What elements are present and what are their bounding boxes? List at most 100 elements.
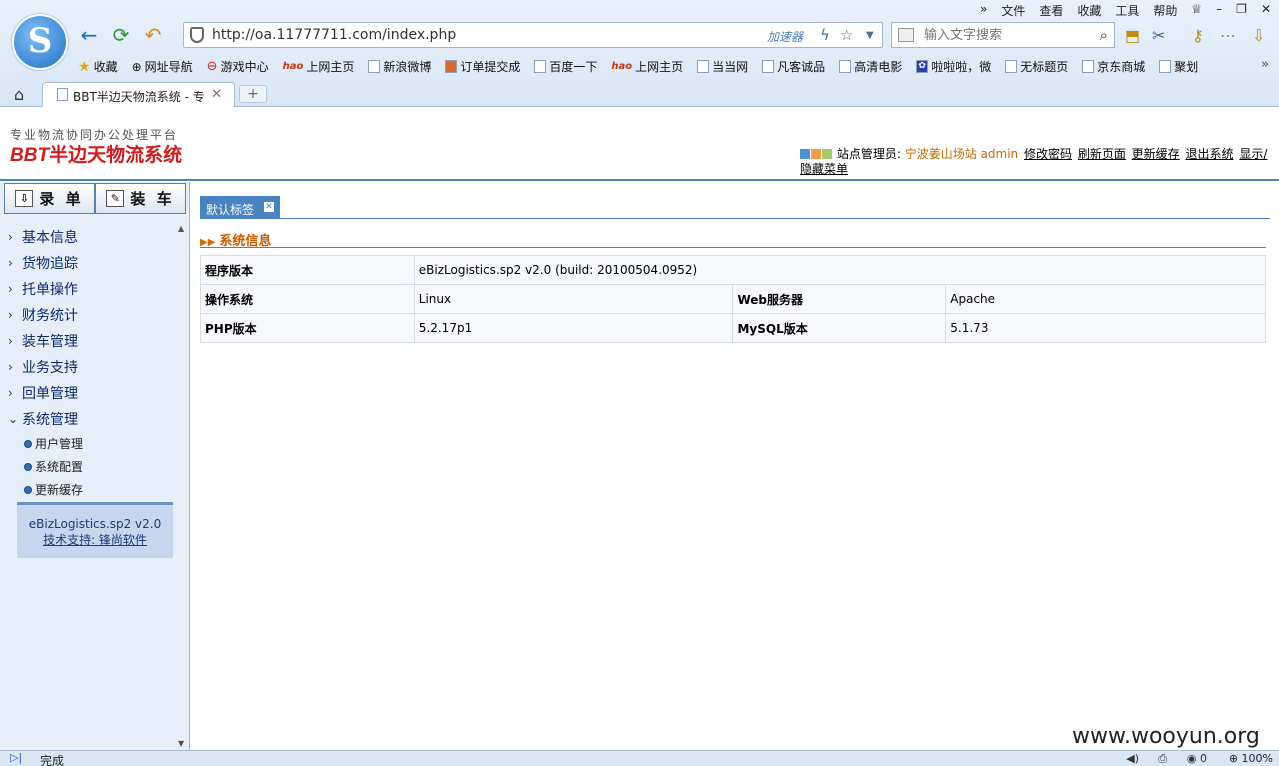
printer-icon[interactable]: ⎙ <box>1158 752 1167 766</box>
sidebar-subitem-config[interactable]: 系统配置 <box>0 455 175 478</box>
browser-tab-active[interactable]: BBT半边天物流系统 - 专 ✕ <box>42 82 235 107</box>
sidebar-scrollbar[interactable]: ▲ ▼ <box>175 222 189 750</box>
double-arrow-icon: ▶▶ <box>200 237 216 248</box>
update-cache-link[interactable]: 更新缓存 <box>1132 147 1180 161</box>
tab-default[interactable]: 默认标签 ✕ <box>200 196 280 219</box>
status-bar: ▷| 完成 ◀) ⎙ ◉ 0 ⊕ 100% <box>0 750 1279 766</box>
theme-swatch-orange[interactable] <box>811 149 821 159</box>
bookmark-item[interactable]: 凡客诚品 <box>762 58 825 75</box>
sidebar-top-buttons: ⇩ 录 单 ✎ 装 车 <box>4 183 186 214</box>
bookmark-item[interactable]: 无标题页 <box>1005 58 1068 75</box>
menu-view[interactable]: 查看 <box>1039 2 1063 19</box>
table-value: 5.2.17p1 <box>413 313 734 343</box>
address-bar[interactable]: 加速器 ϟ ☆ ▼ <box>183 22 883 48</box>
extension-icon[interactable]: ⬒ <box>1125 26 1140 45</box>
scroll-up-icon[interactable]: ▲ <box>178 224 184 233</box>
table-label: MySQL版本 <box>732 313 947 343</box>
close-window-icon[interactable]: ✕ <box>1261 2 1271 19</box>
bookmark-item[interactable]: hao 上网主页 <box>283 58 355 75</box>
search-input[interactable] <box>924 26 1084 44</box>
accelerator-label[interactable]: 加速器 <box>767 28 803 45</box>
more-icon[interactable]: ⋯ <box>1220 26 1236 45</box>
restore-icon[interactable]: ❐ <box>1236 2 1247 19</box>
volume-icon[interactable]: ◀) <box>1126 752 1139 765</box>
brand-prefix: BBT <box>10 145 50 166</box>
paw-icon: ✿ <box>916 60 929 73</box>
watermark: www.wooyun.org <box>1072 724 1260 749</box>
sidebar-subitem-cache[interactable]: 更新缓存 <box>0 478 175 501</box>
scissors-icon[interactable]: ✂ <box>1152 26 1165 45</box>
sidebar-item-cargo-tracking[interactable]: › 货物追踪 <box>0 250 175 276</box>
bookmark-item[interactable]: 百度一下 <box>534 58 597 75</box>
chevron-right-icon: › <box>8 256 13 270</box>
chevron-right-icon: › <box>8 334 13 348</box>
record-order-button[interactable]: ⇩ 录 单 <box>4 183 95 214</box>
sidebar-item-business-support[interactable]: › 业务支持 <box>0 354 175 380</box>
minimize-icon[interactable]: – <box>1216 2 1222 19</box>
chevron-right-icon: › <box>8 282 13 296</box>
bookmark-item[interactable]: 聚划 <box>1159 58 1198 75</box>
back-icon[interactable]: ← <box>78 24 100 46</box>
skin-icon[interactable]: ♕ <box>1191 2 1202 19</box>
sidebar-subitem-users[interactable]: 用户管理 <box>0 432 175 455</box>
bookmark-item[interactable]: 当当网 <box>697 58 748 75</box>
bookmark-item[interactable]: ⊕ 网址导航 <box>132 58 193 75</box>
page-icon <box>534 60 547 73</box>
app-header: 专业物流协同办公处理平台 BBT半边天物流系统 站点管理员: 宁波姜山场站 ad… <box>0 107 1279 181</box>
search-engine-icon[interactable] <box>898 28 914 42</box>
sidebar-item-loading[interactable]: › 装车管理 <box>0 328 175 354</box>
sidebar-item-finance[interactable]: › 财务统计 <box>0 302 175 328</box>
close-tab-icon[interactable]: ✕ <box>211 87 222 102</box>
theme-swatch-blue[interactable] <box>800 149 810 159</box>
zoom-level[interactable]: ⊕ 100% <box>1229 752 1273 765</box>
hao-icon: hao <box>611 61 633 72</box>
download-icon[interactable]: ⇩ <box>1252 26 1265 45</box>
url-input[interactable] <box>212 26 732 44</box>
bullet-icon <box>24 462 32 471</box>
menu-favorites[interactable]: 收藏 <box>1077 2 1101 19</box>
counter-badge[interactable]: ◉ 0 <box>1187 752 1207 765</box>
bookmark-item[interactable]: 高清电影 <box>839 58 902 75</box>
table-label: Web服务器 <box>732 284 947 314</box>
tab-divider <box>200 218 1270 219</box>
bullet-icon <box>24 485 32 494</box>
sidebar-item-consignment[interactable]: › 托单操作 <box>0 276 175 302</box>
refresh-icon[interactable]: ⟳ <box>110 24 132 46</box>
bookmark-item[interactable]: ★ 收藏 <box>78 58 118 75</box>
menu-overflow-icon[interactable]: » <box>980 2 987 19</box>
search-icon[interactable]: ⌕ <box>1100 26 1108 44</box>
sidebar-item-system[interactable]: ⌄ 系统管理 <box>0 406 175 432</box>
sidebar-item-receipt[interactable]: › 回单管理 <box>0 380 175 406</box>
sidebar-item-basic-info[interactable]: › 基本信息 <box>0 224 175 250</box>
undo-icon[interactable]: ↶ <box>142 24 164 46</box>
page-icon <box>1159 60 1172 73</box>
support-link[interactable]: 技术支持: 锋尚软件 <box>43 533 147 547</box>
home-icon[interactable]: ⌂ <box>14 85 24 104</box>
dropdown-arrow-icon[interactable]: ▼ <box>866 30 874 41</box>
scroll-down-icon[interactable]: ▼ <box>178 739 184 748</box>
bookmark-item[interactable]: ✿ 啦啦啦，微 <box>916 58 991 75</box>
menu-help[interactable]: 帮助 <box>1153 2 1177 19</box>
theme-swatch-green[interactable] <box>822 149 832 159</box>
key-icon[interactable]: ⚷ <box>1192 26 1204 45</box>
logout-link[interactable]: 退出系统 <box>1186 147 1234 161</box>
search-box[interactable]: ⌕ <box>891 22 1115 48</box>
edit-icon: ✎ <box>106 190 125 207</box>
loading-button[interactable]: ✎ 装 车 <box>95 183 186 214</box>
bookmark-star-icon[interactable]: ☆ <box>840 26 853 44</box>
bookmark-item[interactable]: ⊖ 游戏中心 <box>207 58 269 75</box>
change-password-link[interactable]: 修改密码 <box>1024 147 1072 161</box>
refresh-page-link[interactable]: 刷新页面 <box>1078 147 1126 161</box>
bookmark-item[interactable]: 新浪微博 <box>368 58 431 75</box>
bookmark-item[interactable]: 京东商城 <box>1082 58 1145 75</box>
menu-tools[interactable]: 工具 <box>1115 2 1139 19</box>
bookmarks-overflow-icon[interactable]: » <box>1261 57 1269 72</box>
close-tab-icon[interactable]: ✕ <box>264 202 274 212</box>
new-tab-button[interactable]: + <box>239 85 267 103</box>
bookmark-item[interactable]: 订单提交成 <box>445 58 520 75</box>
bookmark-item[interactable]: hao 上网主页 <box>611 58 683 75</box>
menu-file[interactable]: 文件 <box>1001 2 1025 19</box>
lightning-icon[interactable]: ϟ <box>820 26 830 44</box>
chevron-right-icon: › <box>8 360 13 374</box>
panel-toggle-icon[interactable]: ▷| <box>10 751 22 764</box>
